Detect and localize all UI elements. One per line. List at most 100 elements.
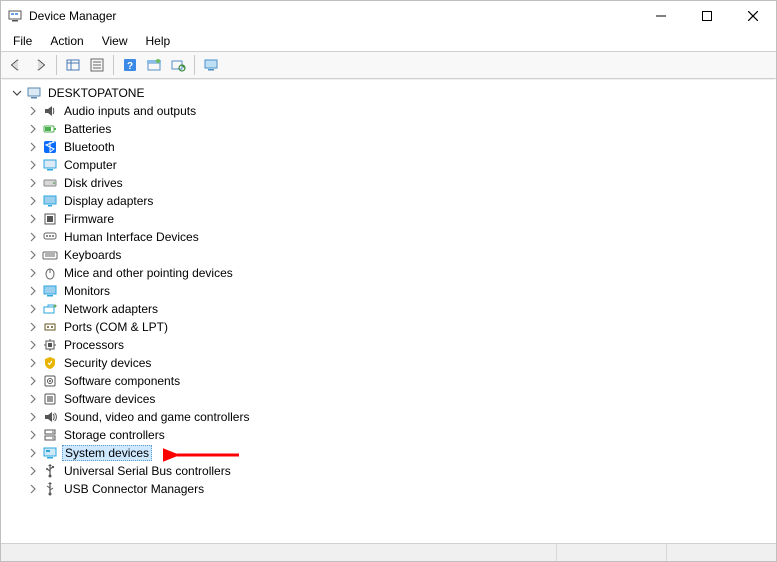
scan-hardware-button[interactable]: [167, 54, 189, 76]
tree-root[interactable]: DESKTOPATONE: [6, 84, 771, 102]
tree-root-label: DESKTOPATONE: [46, 86, 146, 100]
tree-item[interactable]: Mice and other pointing devices: [6, 264, 771, 282]
maximize-button[interactable]: [684, 1, 730, 31]
bluetooth-icon: [42, 139, 58, 155]
status-bar: [1, 543, 776, 561]
menubar: File Action View Help: [1, 31, 776, 51]
tree-item[interactable]: Firmware: [6, 210, 771, 228]
chevron-right-icon[interactable]: [26, 284, 40, 298]
chevron-right-icon[interactable]: [26, 248, 40, 262]
chevron-right-icon[interactable]: [26, 230, 40, 244]
chevron-right-icon[interactable]: [26, 140, 40, 154]
tree-item[interactable]: Software components: [6, 372, 771, 390]
chevron-right-icon[interactable]: [26, 158, 40, 172]
show-hidden-button[interactable]: [62, 54, 84, 76]
tree-item-label: Software components: [62, 374, 182, 388]
toolbar-separator: [56, 55, 57, 75]
close-button[interactable]: [730, 1, 776, 31]
tree-item[interactable]: Display adapters: [6, 192, 771, 210]
display-icon: [42, 193, 58, 209]
tree-item[interactable]: System devices: [6, 444, 771, 462]
menu-view[interactable]: View: [94, 33, 136, 49]
forward-button[interactable]: [29, 54, 51, 76]
chevron-right-icon[interactable]: [26, 356, 40, 370]
tree-item[interactable]: Computer: [6, 156, 771, 174]
speaker-icon: [42, 103, 58, 119]
softdev-icon: [42, 391, 58, 407]
network-icon: [42, 301, 58, 317]
tree-item[interactable]: Storage controllers: [6, 426, 771, 444]
help-button[interactable]: ?: [119, 54, 141, 76]
devices-by-type-button[interactable]: [200, 54, 222, 76]
tree-item-label: System devices: [62, 445, 152, 461]
tree-item-label: Human Interface Devices: [62, 230, 201, 244]
chevron-right-icon[interactable]: [26, 212, 40, 226]
chevron-down-icon[interactable]: [10, 86, 24, 100]
update-driver-button[interactable]: [143, 54, 165, 76]
tree-item-label: Ports (COM & LPT): [62, 320, 170, 334]
chevron-right-icon[interactable]: [26, 104, 40, 118]
tree-item[interactable]: Audio inputs and outputs: [6, 102, 771, 120]
tree-item[interactable]: Bluetooth: [6, 138, 771, 156]
computer-root-icon: [26, 85, 42, 101]
tree-item-label: Network adapters: [62, 302, 160, 316]
titlebar: Device Manager: [1, 1, 776, 31]
menu-help[interactable]: Help: [138, 33, 179, 49]
tree-item[interactable]: USB Connector Managers: [6, 480, 771, 498]
chevron-right-icon[interactable]: [26, 122, 40, 136]
tree-view[interactable]: DESKTOPATONE Audio inputs and outputs Bat…: [2, 79, 775, 543]
tree-item[interactable]: Security devices: [6, 354, 771, 372]
tree-item[interactable]: Processors: [6, 336, 771, 354]
tree-item[interactable]: Universal Serial Bus controllers: [6, 462, 771, 480]
tree-item-label: Display adapters: [62, 194, 155, 208]
computer-icon: [42, 157, 58, 173]
chevron-right-icon[interactable]: [26, 428, 40, 442]
tree-item[interactable]: Keyboards: [6, 246, 771, 264]
chevron-right-icon[interactable]: [26, 374, 40, 388]
cpu-icon: [42, 337, 58, 353]
tree-item[interactable]: Network adapters: [6, 300, 771, 318]
chevron-right-icon[interactable]: [26, 176, 40, 190]
tree-item[interactable]: Monitors: [6, 282, 771, 300]
chevron-right-icon[interactable]: [26, 338, 40, 352]
tree-item-label: Universal Serial Bus controllers: [62, 464, 233, 478]
chevron-right-icon[interactable]: [26, 410, 40, 424]
back-button[interactable]: [5, 54, 27, 76]
window-title: Device Manager: [29, 9, 116, 23]
tree-item-label: Batteries: [62, 122, 113, 136]
system-icon: [42, 445, 58, 461]
tree-item[interactable]: Software devices: [6, 390, 771, 408]
chevron-right-icon[interactable]: [26, 446, 40, 460]
sound-icon: [42, 409, 58, 425]
tree-item[interactable]: Ports (COM & LPT): [6, 318, 771, 336]
mouse-icon: [42, 265, 58, 281]
svg-text:?: ?: [127, 61, 133, 72]
chevron-right-icon[interactable]: [26, 266, 40, 280]
tree-item[interactable]: Batteries: [6, 120, 771, 138]
battery-icon: [42, 121, 58, 137]
firmware-icon: [42, 211, 58, 227]
chevron-right-icon[interactable]: [26, 302, 40, 316]
tree-item[interactable]: Disk drives: [6, 174, 771, 192]
tree-item-label: Sound, video and game controllers: [62, 410, 251, 424]
menu-file[interactable]: File: [5, 33, 40, 49]
toolbar-separator: [113, 55, 114, 75]
tree-item-label: Monitors: [62, 284, 112, 298]
app-icon: [7, 8, 23, 24]
tree-item-label: Mice and other pointing devices: [62, 266, 235, 280]
tree-item-label: USB Connector Managers: [62, 482, 206, 496]
chevron-right-icon[interactable]: [26, 392, 40, 406]
toolbar-separator: [194, 55, 195, 75]
chevron-right-icon[interactable]: [26, 320, 40, 334]
chevron-right-icon[interactable]: [26, 482, 40, 496]
tree-item[interactable]: Human Interface Devices: [6, 228, 771, 246]
minimize-button[interactable]: [638, 1, 684, 31]
properties-button[interactable]: [86, 54, 108, 76]
tree-item-label: Disk drives: [62, 176, 125, 190]
tree-item[interactable]: Sound, video and game controllers: [6, 408, 771, 426]
menu-action[interactable]: Action: [42, 33, 91, 49]
chevron-right-icon[interactable]: [26, 464, 40, 478]
chevron-right-icon[interactable]: [26, 194, 40, 208]
tree-item-label: Audio inputs and outputs: [62, 104, 198, 118]
hid-icon: [42, 229, 58, 245]
